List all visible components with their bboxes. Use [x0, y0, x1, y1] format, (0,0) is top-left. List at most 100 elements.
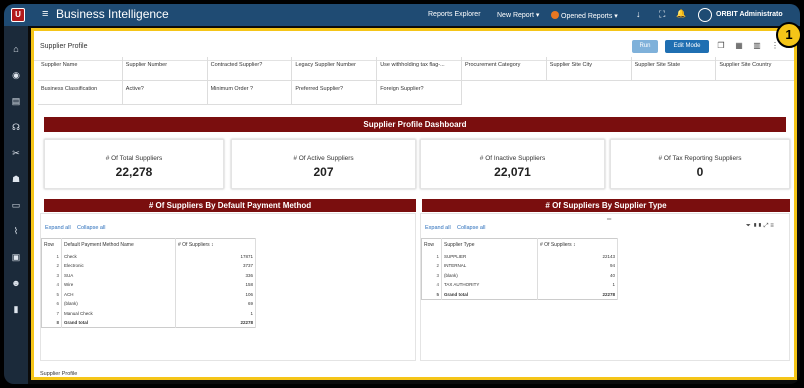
fullscreen-icon[interactable]: ⛶	[659, 9, 665, 20]
window-icon[interactable]: ❐	[716, 41, 726, 51]
edit-mode-button[interactable]: Edit Mode	[665, 40, 709, 53]
table-header-row: Row Default Payment Method Name # Of Sup…	[41, 238, 256, 252]
screen-icon[interactable]: ▣	[11, 252, 21, 262]
calendar-icon[interactable]: ▦	[734, 41, 744, 51]
table-row[interactable]: 4 Wire 158	[41, 280, 256, 290]
table-row[interactable]: 8 Grand total 22278	[41, 318, 256, 328]
user-avatar[interactable]	[698, 8, 712, 22]
name-cell: Manual Check	[61, 308, 176, 318]
name-cell: ACH	[61, 289, 176, 299]
collapse-all-link[interactable]: Collapse all	[457, 225, 485, 231]
menu-icon[interactable]: ≡	[770, 223, 774, 229]
filter-field[interactable]: Supplier Site Country	[716, 57, 794, 81]
drag-handle-icon[interactable]: ═	[607, 217, 611, 223]
row-number-cell: 5	[421, 289, 442, 299]
table-row[interactable]: 2 Electronic 3737	[41, 261, 256, 271]
row-number-cell: 2	[421, 261, 442, 271]
filter-field[interactable]: Procurement Category	[462, 57, 547, 81]
row-number-cell: 3	[41, 270, 62, 280]
table-row[interactable]: 4 TAX AUTHORITY 1	[421, 280, 618, 290]
col-row[interactable]: Row	[421, 238, 442, 252]
payment-method-panel: Expand all Collapse all Row Default Paym…	[40, 213, 416, 361]
headset-icon[interactable]: ☊	[11, 122, 21, 132]
filter-field[interactable]: Business Classification	[38, 81, 123, 105]
col-suppliers[interactable]: # Of Suppliers ↕	[175, 238, 256, 252]
table-row[interactable]: 5 Grand total 22278	[421, 289, 618, 299]
kpi-total-suppliers: # Of Total Suppliers 22,278	[44, 139, 224, 189]
expand-all-link[interactable]: Expand all	[45, 225, 71, 231]
name-cell: INTERNAL	[441, 261, 538, 271]
filter-field[interactable]: Supplier Number	[122, 57, 208, 81]
group-icon[interactable]: ☻	[11, 278, 21, 288]
grid-icon[interactable]: ▥	[752, 41, 762, 51]
reports-explorer-link[interactable]: Reports Explorer	[428, 11, 481, 18]
kpi-label: # Of Total Suppliers	[105, 155, 163, 162]
table-row[interactable]: 5 ACH 106	[41, 289, 256, 299]
row-number-cell: 3	[421, 270, 442, 280]
count-cell: 3737	[175, 261, 256, 271]
row-number-cell: 2	[41, 261, 62, 271]
new-report-menu[interactable]: New Report ▾	[497, 11, 539, 19]
filter-field[interactable]: Minimum Order ?	[207, 81, 293, 105]
opened-reports-menu[interactable]: Opened Reports ▾	[551, 11, 618, 20]
dashboard-title: Supplier Profile Dashboard	[44, 117, 786, 132]
kpi-label: # Of Tax Reporting Suppliers	[658, 155, 742, 162]
file-icon[interactable]: ▮	[11, 304, 21, 314]
table-row[interactable]: 3 (blank) 40	[421, 270, 618, 280]
filter-field[interactable]: Supplier Site City	[546, 57, 632, 81]
col-supplier-type[interactable]: Supplier Type	[441, 238, 538, 252]
filter-icon[interactable]: ⏷	[746, 223, 751, 229]
row-number-cell: 5	[41, 289, 62, 299]
chart-icon[interactable]: ⌇	[11, 226, 21, 236]
count-cell: 158	[175, 280, 256, 290]
filter-field[interactable]: Legacy Supplier Number	[292, 57, 378, 81]
run-button[interactable]: Run	[632, 40, 658, 53]
col-row[interactable]: Row	[41, 238, 62, 252]
filter-field[interactable]: Supplier Name	[38, 57, 123, 81]
count-cell: 17871	[175, 251, 256, 261]
collapse-all-link[interactable]: Collapse all	[77, 225, 105, 231]
report-content: Supplier Profile Run Edit Mode ❐ ▦ ▥ ⋮ S…	[31, 28, 797, 380]
filter-field[interactable]: Active?	[122, 81, 208, 105]
expand-all-link[interactable]: Expand all	[425, 225, 451, 231]
download-icon[interactable]: ↓	[636, 9, 641, 19]
menu-icon[interactable]: ≡	[42, 9, 48, 20]
name-cell: TAX AUTHORITY	[441, 280, 538, 290]
filter-field[interactable]: Use withholding tax flag-...	[377, 57, 462, 81]
count-cell: 94	[537, 261, 618, 271]
opened-reports-label: Opened Reports ▾	[561, 13, 618, 20]
filter-field[interactable]: Supplier Site State	[631, 57, 717, 81]
row-number-cell: 8	[41, 318, 62, 328]
name-cell: Wire	[61, 280, 176, 290]
name-cell: (blank)	[441, 270, 538, 280]
user-name[interactable]: ORBIT Administrato	[716, 11, 783, 18]
name-cell: Grand total	[61, 318, 176, 328]
table-row[interactable]: 2 INTERNAL 94	[421, 261, 618, 271]
count-cell: 1	[175, 308, 256, 318]
filter-field[interactable]: Foreign Supplier?	[377, 81, 462, 105]
col-payment-method[interactable]: Default Payment Method Name	[61, 238, 176, 252]
table-row[interactable]: 1 SUPPLIER 22143	[421, 251, 618, 261]
table-row[interactable]: 6 (blank) 69	[41, 299, 256, 309]
table-row[interactable]: 7 Manual Check 1	[41, 308, 256, 318]
reports-icon[interactable]: ▤	[11, 96, 21, 106]
col-suppliers[interactable]: # Of Suppliers ↕	[537, 238, 618, 252]
filter-field[interactable]: Contracted Supplier?	[207, 57, 293, 81]
app-window: U ≡ Business Intelligence Reports Explor…	[4, 4, 800, 384]
filter-field[interactable]: Preferred Supplier?	[292, 81, 378, 105]
bar-chart-icon[interactable]: ▮▮	[752, 223, 762, 229]
table-row[interactable]: 3 SUA 336	[41, 270, 256, 280]
kpi-tax-reporting-suppliers: # Of Tax Reporting Suppliers 0	[610, 139, 790, 189]
row-number-cell: 4	[41, 280, 62, 290]
home-icon[interactable]: ⌂	[11, 44, 21, 54]
table-row[interactable]: 1 Check 17871	[41, 251, 256, 261]
bell-icon[interactable]: 🔔	[676, 9, 686, 18]
expand-icon[interactable]: ⤢	[764, 223, 769, 229]
dashboard-icon[interactable]: ◉	[11, 70, 21, 80]
users-icon[interactable]: ☗	[11, 174, 21, 184]
row-number-cell: 1	[41, 251, 62, 261]
name-cell: SUPPLIER	[441, 251, 538, 261]
count-cell: 22278	[537, 289, 618, 299]
monitor-icon[interactable]: ▭	[11, 200, 21, 210]
tools-icon[interactable]: ✂	[11, 148, 21, 158]
